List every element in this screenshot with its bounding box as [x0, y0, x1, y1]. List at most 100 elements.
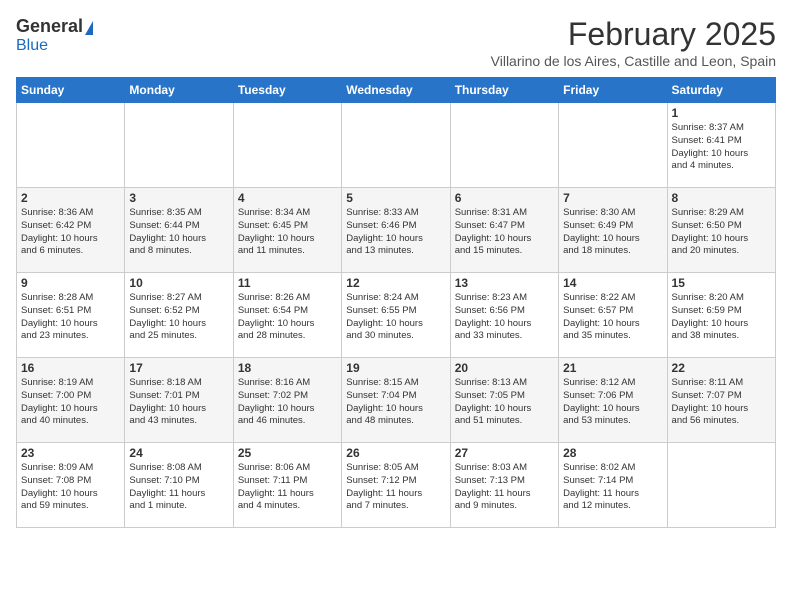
calendar-cell: 20 Sunrise: 8:13 AM Sunset: 7:05 PM Dayli… [450, 358, 558, 443]
day-info: Sunrise: 8:02 AM Sunset: 7:14 PM Dayligh… [563, 462, 662, 513]
day-number: 6 [455, 191, 554, 205]
day-number: 12 [346, 276, 445, 290]
day-number: 9 [21, 276, 120, 290]
title-block: February 2025 Villarino de los Aires, Ca… [491, 16, 776, 69]
calendar-week-row: 16Sunrise: 8:19 AM Sunset: 7:00 PM Dayli… [17, 358, 776, 443]
calendar-body: 1 Sunrise: 8:37 AM Sunset: 6:41 PM Daylig… [17, 103, 776, 528]
calendar-cell: 22Sunrise: 8:11 AM Sunset: 7:07 PM Dayli… [667, 358, 775, 443]
calendar-cell: 26Sunrise: 8:05 AM Sunset: 7:12 PM Dayli… [342, 443, 450, 528]
calendar-cell [342, 103, 450, 188]
day-info: Sunrise: 8:20 AM Sunset: 6:59 PM Dayligh… [672, 292, 771, 343]
calendar-cell: 14 Sunrise: 8:22 AM Sunset: 6:57 PM Dayli… [559, 273, 667, 358]
calendar-cell: 6 Sunrise: 8:31 AM Sunset: 6:47 PM Daylig… [450, 188, 558, 273]
calendar-cell: 23Sunrise: 8:09 AM Sunset: 7:08 PM Dayli… [17, 443, 125, 528]
day-info: Sunrise: 8:18 AM Sunset: 7:01 PM Dayligh… [129, 377, 228, 428]
logo: General Blue [16, 16, 93, 55]
day-info: Sunrise: 8:13 AM Sunset: 7:05 PM Dayligh… [455, 377, 554, 428]
calendar-cell: 16Sunrise: 8:19 AM Sunset: 7:00 PM Dayli… [17, 358, 125, 443]
page-header: General Blue February 2025 Villarino de … [16, 16, 776, 69]
day-number: 13 [455, 276, 554, 290]
calendar-cell: 18Sunrise: 8:16 AM Sunset: 7:02 PM Dayli… [233, 358, 341, 443]
day-info: Sunrise: 8:24 AM Sunset: 6:55 PM Dayligh… [346, 292, 445, 343]
day-info: Sunrise: 8:37 AM Sunset: 6:41 PM Dayligh… [672, 122, 771, 173]
calendar-cell: 10 Sunrise: 8:27 AM Sunset: 6:52 PM Dayli… [125, 273, 233, 358]
day-info: Sunrise: 8:35 AM Sunset: 6:44 PM Dayligh… [129, 207, 228, 258]
day-number: 25 [238, 446, 337, 460]
weekday-header-tuesday: Tuesday [233, 78, 341, 103]
day-number: 17 [129, 361, 228, 375]
calendar-cell: 5Sunrise: 8:33 AM Sunset: 6:46 PM Daylig… [342, 188, 450, 273]
calendar-cell: 1 Sunrise: 8:37 AM Sunset: 6:41 PM Daylig… [667, 103, 775, 188]
logo-triangle-icon [85, 21, 93, 35]
day-info: Sunrise: 8:26 AM Sunset: 6:54 PM Dayligh… [238, 292, 337, 343]
day-info: Sunrise: 8:29 AM Sunset: 6:50 PM Dayligh… [672, 207, 771, 258]
day-number: 8 [672, 191, 771, 205]
day-number: 28 [563, 446, 662, 460]
day-info: Sunrise: 8:28 AM Sunset: 6:51 PM Dayligh… [21, 292, 120, 343]
day-info: Sunrise: 8:08 AM Sunset: 7:10 PM Dayligh… [129, 462, 228, 513]
day-info: Sunrise: 8:22 AM Sunset: 6:57 PM Dayligh… [563, 292, 662, 343]
day-number: 15 [672, 276, 771, 290]
calendar-cell: 28 Sunrise: 8:02 AM Sunset: 7:14 PM Dayli… [559, 443, 667, 528]
day-info: Sunrise: 8:33 AM Sunset: 6:46 PM Dayligh… [346, 207, 445, 258]
logo-general-text: General [16, 16, 83, 37]
calendar-cell: 11 Sunrise: 8:26 AM Sunset: 6:54 PM Dayli… [233, 273, 341, 358]
calendar-week-row: 9 Sunrise: 8:28 AM Sunset: 6:51 PM Daylig… [17, 273, 776, 358]
calendar-cell [17, 103, 125, 188]
day-number: 19 [346, 361, 445, 375]
calendar-header: SundayMondayTuesdayWednesdayThursdayFrid… [17, 78, 776, 103]
calendar-week-row: 23Sunrise: 8:09 AM Sunset: 7:08 PM Dayli… [17, 443, 776, 528]
calendar-cell: 3 Sunrise: 8:35 AM Sunset: 6:44 PM Daylig… [125, 188, 233, 273]
day-info: Sunrise: 8:06 AM Sunset: 7:11 PM Dayligh… [238, 462, 337, 513]
day-info: Sunrise: 8:12 AM Sunset: 7:06 PM Dayligh… [563, 377, 662, 428]
weekday-header-friday: Friday [559, 78, 667, 103]
day-number: 16 [21, 361, 120, 375]
day-info: Sunrise: 8:15 AM Sunset: 7:04 PM Dayligh… [346, 377, 445, 428]
day-info: Sunrise: 8:23 AM Sunset: 6:56 PM Dayligh… [455, 292, 554, 343]
day-number: 14 [563, 276, 662, 290]
day-info: Sunrise: 8:03 AM Sunset: 7:13 PM Dayligh… [455, 462, 554, 513]
calendar-cell: 8 Sunrise: 8:29 AM Sunset: 6:50 PM Daylig… [667, 188, 775, 273]
calendar-cell [667, 443, 775, 528]
weekday-header-wednesday: Wednesday [342, 78, 450, 103]
calendar-cell: 27Sunrise: 8:03 AM Sunset: 7:13 PM Dayli… [450, 443, 558, 528]
calendar-cell: 4 Sunrise: 8:34 AM Sunset: 6:45 PM Daylig… [233, 188, 341, 273]
month-year-title: February 2025 [491, 16, 776, 53]
day-info: Sunrise: 8:30 AM Sunset: 6:49 PM Dayligh… [563, 207, 662, 258]
day-info: Sunrise: 8:27 AM Sunset: 6:52 PM Dayligh… [129, 292, 228, 343]
calendar-cell: 19 Sunrise: 8:15 AM Sunset: 7:04 PM Dayli… [342, 358, 450, 443]
day-info: Sunrise: 8:34 AM Sunset: 6:45 PM Dayligh… [238, 207, 337, 258]
day-number: 11 [238, 276, 337, 290]
day-info: Sunrise: 8:05 AM Sunset: 7:12 PM Dayligh… [346, 462, 445, 513]
weekday-header-saturday: Saturday [667, 78, 775, 103]
calendar-cell: 12 Sunrise: 8:24 AM Sunset: 6:55 PM Dayli… [342, 273, 450, 358]
day-info: Sunrise: 8:36 AM Sunset: 6:42 PM Dayligh… [21, 207, 120, 258]
day-info: Sunrise: 8:31 AM Sunset: 6:47 PM Dayligh… [455, 207, 554, 258]
calendar-cell: 21 Sunrise: 8:12 AM Sunset: 7:06 PM Dayli… [559, 358, 667, 443]
location-subtitle: Villarino de los Aires, Castille and Leo… [491, 53, 776, 69]
day-number: 10 [129, 276, 228, 290]
day-number: 21 [563, 361, 662, 375]
calendar-cell [450, 103, 558, 188]
day-number: 3 [129, 191, 228, 205]
day-number: 24 [129, 446, 228, 460]
weekday-header-thursday: Thursday [450, 78, 558, 103]
day-info: Sunrise: 8:09 AM Sunset: 7:08 PM Dayligh… [21, 462, 120, 513]
day-number: 20 [455, 361, 554, 375]
day-info: Sunrise: 8:11 AM Sunset: 7:07 PM Dayligh… [672, 377, 771, 428]
weekday-header-monday: Monday [125, 78, 233, 103]
day-number: 4 [238, 191, 337, 205]
calendar-cell: 13 Sunrise: 8:23 AM Sunset: 6:56 PM Dayli… [450, 273, 558, 358]
calendar-cell: 7Sunrise: 8:30 AM Sunset: 6:49 PM Daylig… [559, 188, 667, 273]
day-number: 2 [21, 191, 120, 205]
calendar-cell: 9 Sunrise: 8:28 AM Sunset: 6:51 PM Daylig… [17, 273, 125, 358]
calendar-table: SundayMondayTuesdayWednesdayThursdayFrid… [16, 77, 776, 528]
day-info: Sunrise: 8:16 AM Sunset: 7:02 PM Dayligh… [238, 377, 337, 428]
calendar-week-row: 2 Sunrise: 8:36 AM Sunset: 6:42 PM Daylig… [17, 188, 776, 273]
calendar-cell: 2 Sunrise: 8:36 AM Sunset: 6:42 PM Daylig… [17, 188, 125, 273]
calendar-cell: 24 Sunrise: 8:08 AM Sunset: 7:10 PM Dayli… [125, 443, 233, 528]
logo-blue-text: Blue [16, 37, 48, 55]
day-number: 1 [672, 106, 771, 120]
calendar-cell [125, 103, 233, 188]
calendar-cell: 15 Sunrise: 8:20 AM Sunset: 6:59 PM Dayli… [667, 273, 775, 358]
